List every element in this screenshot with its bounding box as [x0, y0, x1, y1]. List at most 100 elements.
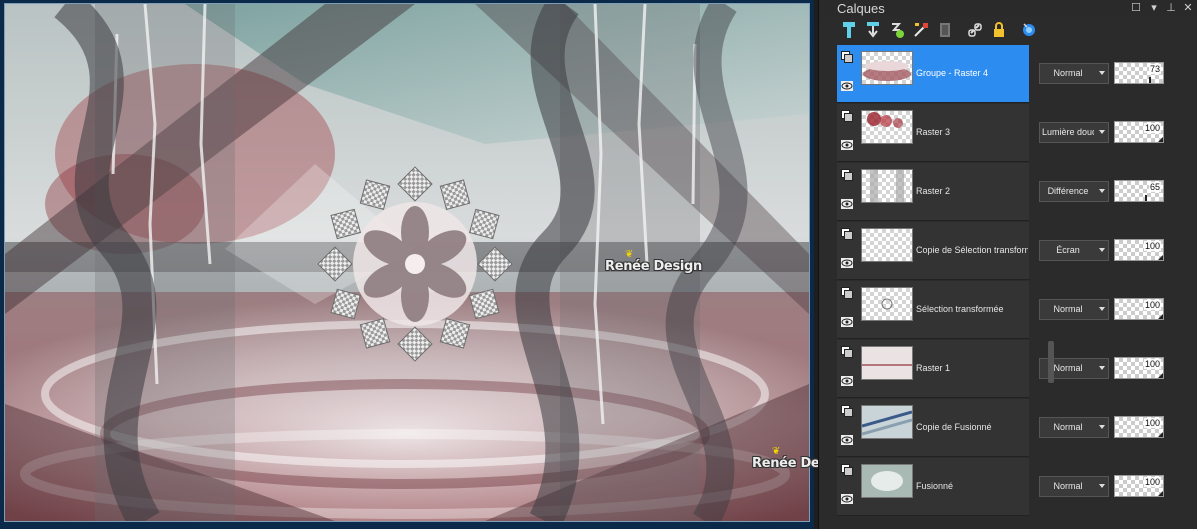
- eye-icon[interactable]: [841, 258, 853, 268]
- canvas-frame: ❦ Renée Design ❦ Renée Design: [0, 0, 849, 529]
- eye-icon[interactable]: [841, 81, 853, 91]
- layer-thumbnail: [861, 228, 913, 262]
- layer-name: Groupe - Raster 4: [916, 68, 989, 78]
- layer-row-header[interactable]: Sélection transformée: [837, 281, 1029, 339]
- layer-row-header[interactable]: Copie de Sélection transform: [837, 222, 1029, 280]
- opacity-value: 100: [1143, 300, 1161, 310]
- eye-icon[interactable]: [841, 317, 853, 327]
- chevron-down-icon: [1099, 307, 1105, 311]
- layer-name: Sélection transformée: [916, 304, 1004, 314]
- opacity-field[interactable]: 65: [1114, 180, 1164, 202]
- blend-mode-dropdown[interactable]: Normal: [1039, 63, 1109, 84]
- opacity-field[interactable]: 100: [1114, 416, 1164, 438]
- properties-icon[interactable]: [1017, 20, 1041, 40]
- layer-thumbnail: [861, 51, 913, 85]
- opacity-field[interactable]: 73: [1114, 62, 1164, 84]
- layer-row[interactable]: Raster 2 Différence 65: [837, 163, 1189, 222]
- blend-mode-dropdown[interactable]: Écran: [1039, 240, 1109, 261]
- delete-layer-icon[interactable]: [933, 20, 957, 40]
- layer-type-icon: [841, 51, 853, 63]
- pin-icon[interactable]: ⊥: [1164, 1, 1178, 14]
- panel-titlebar: Calques ☐ ▾ ⊥ ✕: [819, 0, 1197, 17]
- opacity-value: 100: [1143, 359, 1161, 369]
- opacity-field[interactable]: 100: [1114, 357, 1164, 379]
- eye-icon[interactable]: [841, 199, 853, 209]
- image-canvas[interactable]: ❦ Renée Design: [4, 3, 810, 522]
- layer-row-header[interactable]: Raster 2: [837, 163, 1029, 221]
- opacity-field[interactable]: 100: [1114, 298, 1164, 320]
- layer-name: Raster 3: [916, 127, 951, 137]
- panel-title: Calques: [837, 1, 885, 16]
- new-mask-icon[interactable]: [885, 20, 909, 40]
- opacity-field[interactable]: 100: [1114, 475, 1164, 497]
- layer-type-icon: [841, 228, 853, 240]
- opacity-value: 100: [1143, 123, 1161, 133]
- layer-row[interactable]: Sélection transformée Normal 100: [837, 281, 1189, 340]
- layers-panel: Calques ☐ ▾ ⊥ ✕ Groupe - Raster 4 Normal…: [818, 0, 1197, 529]
- layer-row-header[interactable]: Raster 1: [837, 340, 1029, 398]
- blend-mode-dropdown[interactable]: Normal: [1039, 476, 1109, 497]
- layer-type-icon: [841, 169, 853, 181]
- chevron-down-icon: [1099, 189, 1105, 193]
- opacity-value: 100: [1143, 241, 1161, 251]
- layer-row[interactable]: Fusionné Normal 100: [837, 458, 1189, 517]
- layer-name: Fusionné: [916, 481, 954, 491]
- layer-row[interactable]: Copie de Sélection transform Écran 100: [837, 222, 1189, 281]
- butterfly-icon: ❦: [625, 249, 634, 260]
- lock-icon[interactable]: [987, 20, 1011, 40]
- chevron-down-icon: [1099, 248, 1105, 252]
- layer-thumbnail: [861, 464, 913, 498]
- close-icon[interactable]: ✕: [1181, 1, 1195, 14]
- blend-mode-dropdown[interactable]: Normal: [1039, 417, 1109, 438]
- layer-name: Raster 1: [916, 363, 951, 373]
- edit-icon[interactable]: [909, 20, 933, 40]
- opacity-value: 100: [1143, 418, 1161, 428]
- layer-type-icon: [841, 287, 853, 299]
- layer-list: Groupe - Raster 4 Normal 73 Raster 3 Lum…: [837, 45, 1189, 517]
- new-raster-layer-icon[interactable]: [837, 20, 861, 40]
- chevron-down-icon: [1099, 130, 1105, 134]
- layer-row-header[interactable]: Groupe - Raster 4: [837, 45, 1029, 103]
- layer-row-header[interactable]: Fusionné: [837, 458, 1029, 516]
- layer-name: Copie de Sélection transform: [916, 245, 1028, 255]
- opacity-value: 100: [1143, 477, 1161, 487]
- opacity-value: 65: [1148, 182, 1161, 192]
- layer-thumbnail: [861, 110, 913, 144]
- watermark-1: ❦ Renée Design: [605, 249, 703, 274]
- layers-toolbar: [819, 17, 1197, 43]
- chevron-down-icon: [1099, 425, 1105, 429]
- chevron-down-icon: [1099, 366, 1105, 370]
- new-vector-layer-icon[interactable]: [861, 20, 885, 40]
- layer-row[interactable]: Raster 3 Lumière douce 100: [837, 104, 1189, 163]
- blend-mode-dropdown[interactable]: Différence: [1039, 181, 1109, 202]
- eye-icon[interactable]: [841, 140, 853, 150]
- eye-icon[interactable]: [841, 494, 853, 504]
- watermark-1-text: Renée Design: [605, 259, 703, 274]
- layer-name: Raster 2: [916, 186, 951, 196]
- blend-mode-dropdown[interactable]: Normal: [1039, 299, 1109, 320]
- layer-thumbnail: [861, 346, 913, 380]
- opacity-field[interactable]: 100: [1114, 121, 1164, 143]
- opacity-field[interactable]: 100: [1114, 239, 1164, 261]
- eye-icon[interactable]: [841, 435, 853, 445]
- layer-type-icon: [841, 346, 853, 358]
- layer-row[interactable]: Raster 1 Normal 100: [837, 340, 1189, 399]
- layer-type-icon: [841, 110, 853, 122]
- chevron-down-icon: [1099, 484, 1105, 488]
- layer-type-icon: [841, 464, 853, 476]
- eye-icon[interactable]: [841, 376, 853, 386]
- layer-thumbnail: [861, 287, 913, 321]
- layer-row-header[interactable]: Copie de Fusionné: [837, 399, 1029, 457]
- layer-row[interactable]: Copie de Fusionné Normal 100: [837, 399, 1189, 458]
- layer-thumbnail: [861, 169, 913, 203]
- link-icon[interactable]: [963, 20, 987, 40]
- blend-mode-dropdown[interactable]: Lumière douce: [1039, 122, 1109, 143]
- butterfly-icon: ❦: [772, 446, 781, 457]
- dropdown-icon[interactable]: ▾: [1147, 1, 1161, 14]
- chevron-down-icon: [1099, 71, 1105, 75]
- panel-splitter-handle[interactable]: [1048, 341, 1054, 383]
- layer-row[interactable]: Groupe - Raster 4 Normal 73: [837, 45, 1189, 104]
- maximize-icon[interactable]: ☐: [1129, 1, 1143, 14]
- layer-row-header[interactable]: Raster 3: [837, 104, 1029, 162]
- layer-type-icon: [841, 405, 853, 417]
